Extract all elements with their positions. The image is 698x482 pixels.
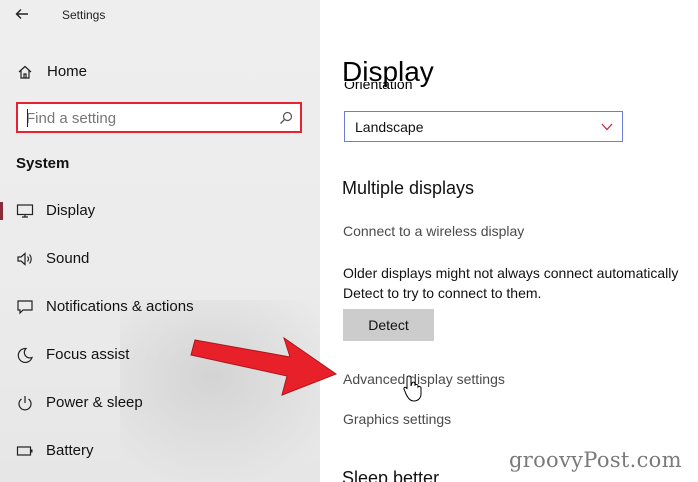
orientation-label-text: Orientation	[344, 82, 413, 91]
sidebar: Settings Home System Display Sound	[0, 0, 320, 482]
graphics-settings-link[interactable]: Graphics settings	[343, 411, 451, 427]
sidebar-item-label: Notifications & actions	[46, 298, 194, 315]
sidebar-item-notifications[interactable]: Notifications & actions	[0, 292, 320, 322]
notification-icon	[17, 300, 33, 315]
orientation-label: Orientation	[344, 82, 412, 91]
sidebar-item-label: Battery	[46, 442, 94, 459]
search-icon[interactable]	[279, 111, 293, 125]
orientation-value: Landscape	[355, 119, 424, 135]
detect-description-line-2: Detect to try to connect to them.	[343, 285, 542, 301]
watermark: groovyPost.com	[509, 448, 682, 472]
back-arrow-icon[interactable]	[14, 6, 30, 22]
detect-description-line-1: Older displays might not always connect …	[343, 265, 679, 281]
battery-icon	[16, 446, 33, 456]
sidebar-item-focus-assist[interactable]: Focus assist	[0, 340, 320, 370]
power-icon	[18, 396, 32, 411]
advanced-display-settings-link[interactable]: Advanced display settings	[343, 371, 505, 387]
search-input[interactable]	[26, 107, 276, 129]
multiple-displays-heading: Multiple displays	[342, 178, 475, 198]
orientation-dropdown[interactable]: Landscape	[344, 111, 623, 142]
section-title: System	[16, 155, 70, 172]
chevron-down-icon	[601, 123, 613, 131]
sidebar-item-label: Display	[46, 202, 96, 219]
app-title: Settings	[62, 8, 106, 22]
moon-icon	[17, 347, 33, 363]
sidebar-item-battery[interactable]: Battery	[0, 436, 320, 466]
wireless-display-link[interactable]: Connect to a wireless display	[343, 223, 524, 239]
home-icon	[18, 65, 32, 79]
detect-description: Older displays might not always connect …	[343, 263, 678, 303]
title-bar: Settings	[0, 0, 320, 32]
text-caret	[27, 109, 28, 127]
home-label: Home	[47, 63, 88, 80]
detect-button[interactable]: Detect	[343, 309, 434, 341]
selection-indicator	[0, 202, 3, 220]
speaker-icon	[17, 252, 32, 266]
monitor-icon	[16, 204, 34, 218]
sidebar-item-sound[interactable]: Sound	[0, 244, 320, 274]
sidebar-item-display[interactable]: Display	[0, 196, 320, 226]
sidebar-item-label: Focus assist	[46, 346, 130, 363]
search-box[interactable]	[16, 102, 302, 133]
main-content: Display Orientation Landscape Multiple d…	[320, 0, 698, 482]
sidebar-item-label: Sound	[46, 250, 90, 267]
sidebar-item-label: Power & sleep	[46, 394, 143, 411]
sleep-better-heading: Sleep better	[342, 468, 440, 482]
sidebar-item-power-sleep[interactable]: Power & sleep	[0, 388, 320, 418]
home-nav-item[interactable]: Home	[0, 58, 320, 86]
